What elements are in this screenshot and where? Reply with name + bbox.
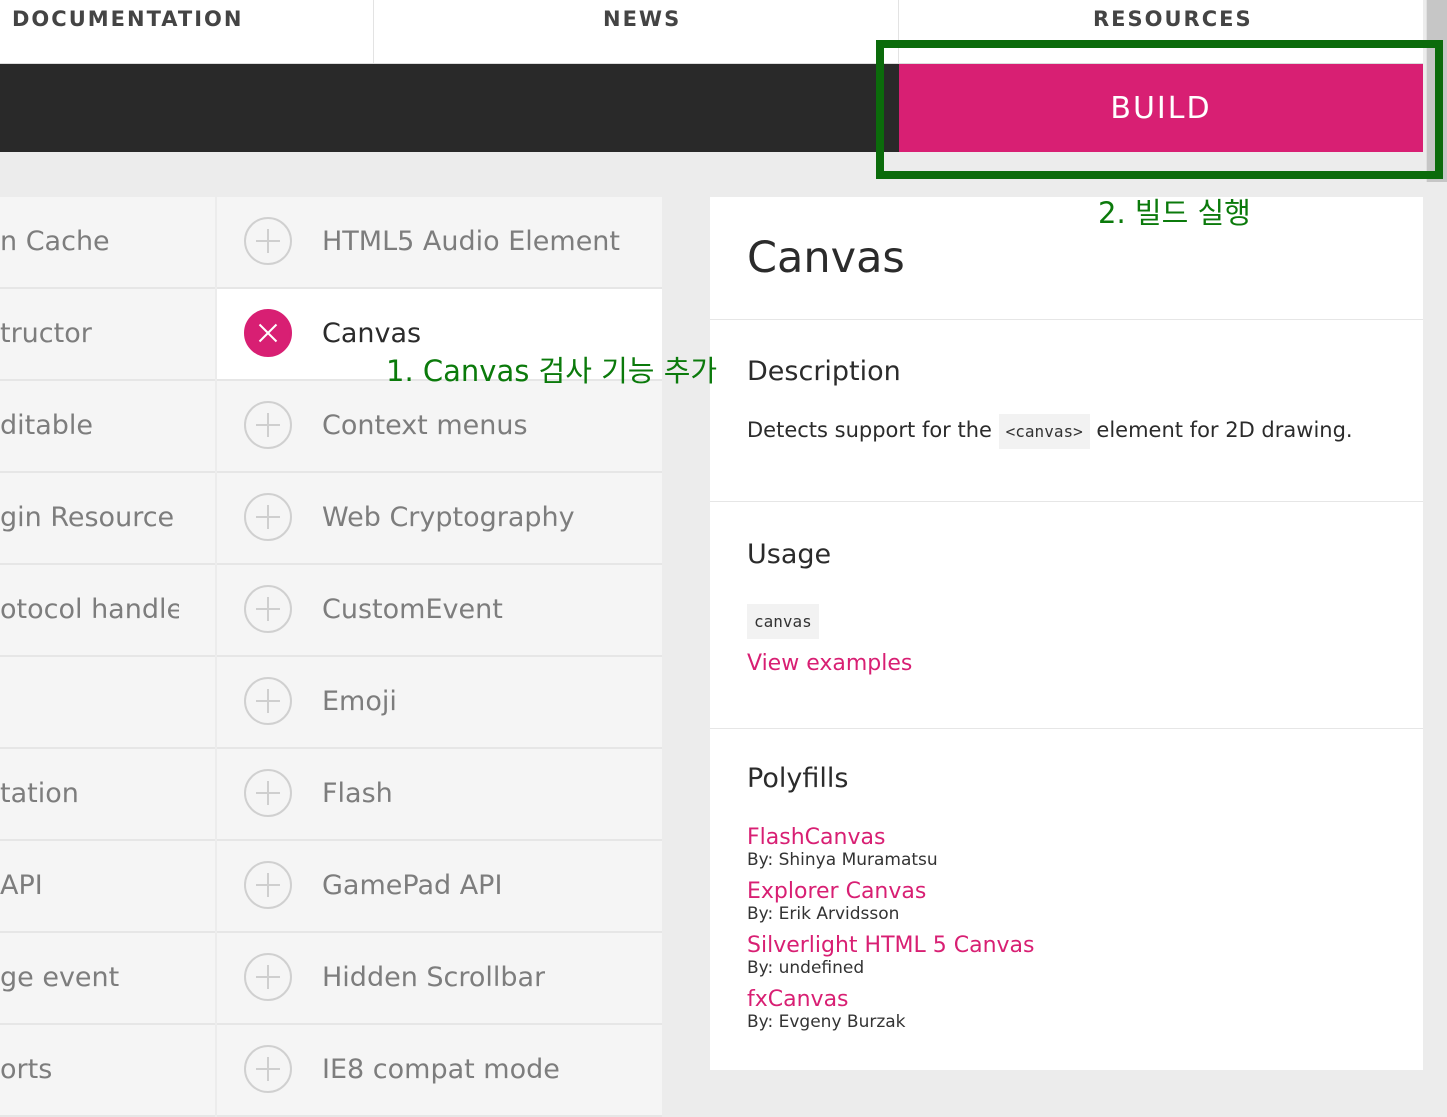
feature-label: IE8 compat mode — [322, 1054, 560, 1085]
feature-label: Hidden Scrollbar — [322, 962, 546, 993]
feature-label: CustomEvent — [322, 594, 503, 625]
description-before: Detects support for the — [747, 418, 992, 442]
feature-item-html5-audio[interactable]: HTML5 Audio Element — [217, 197, 662, 289]
list-item-label: orts — [0, 1054, 53, 1085]
description-after: element for 2D drawing. — [1096, 418, 1353, 442]
polyfill-item: FlashCanvas By: Shinya Muramatsu — [747, 825, 1035, 879]
feature-item-context-menus[interactable]: Context menus — [217, 381, 662, 473]
polyfill-author: By: Shinya Muramatsu — [747, 850, 938, 870]
feature-item-emoji[interactable]: Emoji — [217, 657, 662, 749]
feature-item-flash[interactable]: Flash — [217, 749, 662, 841]
nav-documentation[interactable]: DOCUMENTATION — [12, 0, 243, 63]
list-item-label: gin Resource … — [0, 502, 179, 533]
list-item-label: otocol handler — [0, 594, 179, 625]
description-code: <canvas> — [998, 414, 1090, 449]
annotation-step2: 2. 빌드 실행 — [1098, 196, 1251, 230]
polyfills-section: Polyfills FlashCanvas By: Shinya Muramat… — [710, 729, 1423, 1069]
feature-label: Emoji — [322, 686, 397, 717]
feature-item-ie8-compat[interactable]: IE8 compat mode — [217, 1025, 662, 1117]
add-icon[interactable] — [244, 1045, 292, 1093]
add-icon[interactable] — [244, 401, 292, 449]
feature-item-gamepad-api[interactable]: GamePad API — [217, 841, 662, 933]
annotation-step1: 1. Canvas 검사 기능 추가 — [386, 354, 718, 388]
list-item[interactable]: API — [0, 841, 215, 933]
add-icon[interactable] — [244, 677, 292, 725]
feature-list-left-column: n Cache tructor ditable gin Resource … o… — [0, 197, 215, 1117]
add-icon[interactable] — [244, 861, 292, 909]
feature-label: GamePad API — [322, 870, 503, 901]
list-item-label: tation — [0, 778, 79, 809]
polyfill-link[interactable]: Explorer Canvas — [747, 879, 926, 904]
list-item[interactable]: otocol handler — [0, 565, 215, 657]
usage-heading: Usage — [747, 539, 832, 570]
polyfills-heading: Polyfills — [747, 763, 849, 794]
view-examples-link[interactable]: View examples — [747, 651, 912, 676]
feature-list-mid-column: HTML5 Audio Element Canvas Context menus… — [217, 197, 662, 1117]
usage-section: Usage canvas View examples — [710, 502, 1423, 729]
nav-divider — [373, 0, 374, 63]
remove-icon[interactable] — [244, 309, 292, 357]
list-item[interactable]: ditable — [0, 381, 215, 473]
polyfill-author: By: Evgeny Burzak — [747, 1012, 906, 1032]
polyfill-link[interactable]: fxCanvas — [747, 987, 849, 1012]
description-section: Description Detects support for the <can… — [710, 320, 1423, 502]
feature-label: Web Cryptography — [322, 502, 575, 533]
list-item[interactable]: tructor — [0, 289, 215, 381]
description-heading: Description — [747, 356, 901, 387]
feature-detail-panel: Canvas Description Detects support for t… — [710, 197, 1423, 1070]
list-item-label: ditable — [0, 410, 94, 441]
list-item[interactable]: n Cache — [0, 197, 215, 289]
feature-item-hidden-scrollbar[interactable]: Hidden Scrollbar — [217, 933, 662, 1025]
build-highlight-box — [876, 40, 1443, 179]
list-item-label: ge event — [0, 962, 120, 993]
feature-label: Flash — [322, 778, 393, 809]
list-item[interactable] — [0, 657, 215, 749]
feature-item-web-cryptography[interactable]: Web Cryptography — [217, 473, 662, 565]
feature-label: HTML5 Audio Element — [322, 226, 621, 257]
detail-title-section: Canvas — [710, 197, 1423, 320]
polyfill-link[interactable]: FlashCanvas — [747, 825, 885, 850]
feature-item-customevent[interactable]: CustomEvent — [217, 565, 662, 657]
list-item[interactable]: gin Resource … — [0, 473, 215, 565]
list-item[interactable]: orts — [0, 1025, 215, 1117]
add-icon[interactable] — [244, 217, 292, 265]
list-item[interactable]: ge event — [0, 933, 215, 1025]
add-icon[interactable] — [244, 953, 292, 1001]
polyfill-item: Silverlight HTML 5 Canvas By: undefined — [747, 933, 1035, 987]
list-item-label: API — [0, 870, 43, 901]
polyfill-author: By: Erik Arvidsson — [747, 904, 900, 924]
feature-label: Context menus — [322, 410, 528, 441]
description-text: Detects support for the <canvas> element… — [747, 414, 1353, 449]
usage-code: canvas — [747, 604, 819, 639]
add-icon[interactable] — [244, 769, 292, 817]
list-item[interactable]: tation — [0, 749, 215, 841]
add-icon[interactable] — [244, 585, 292, 633]
polyfill-list: FlashCanvas By: Shinya Muramatsu Explore… — [747, 825, 1035, 1041]
list-item-label: tructor — [0, 318, 92, 349]
polyfill-link[interactable]: Silverlight HTML 5 Canvas — [747, 933, 1035, 958]
nav-news[interactable]: NEWS — [603, 0, 681, 63]
add-icon[interactable] — [244, 493, 292, 541]
polyfill-item: Explorer Canvas By: Erik Arvidsson — [747, 879, 1035, 933]
list-item-label: n Cache — [0, 226, 110, 257]
detail-title: Canvas — [747, 233, 905, 283]
polyfill-item: fxCanvas By: Evgeny Burzak — [747, 987, 1035, 1041]
polyfill-author: By: undefined — [747, 958, 865, 978]
